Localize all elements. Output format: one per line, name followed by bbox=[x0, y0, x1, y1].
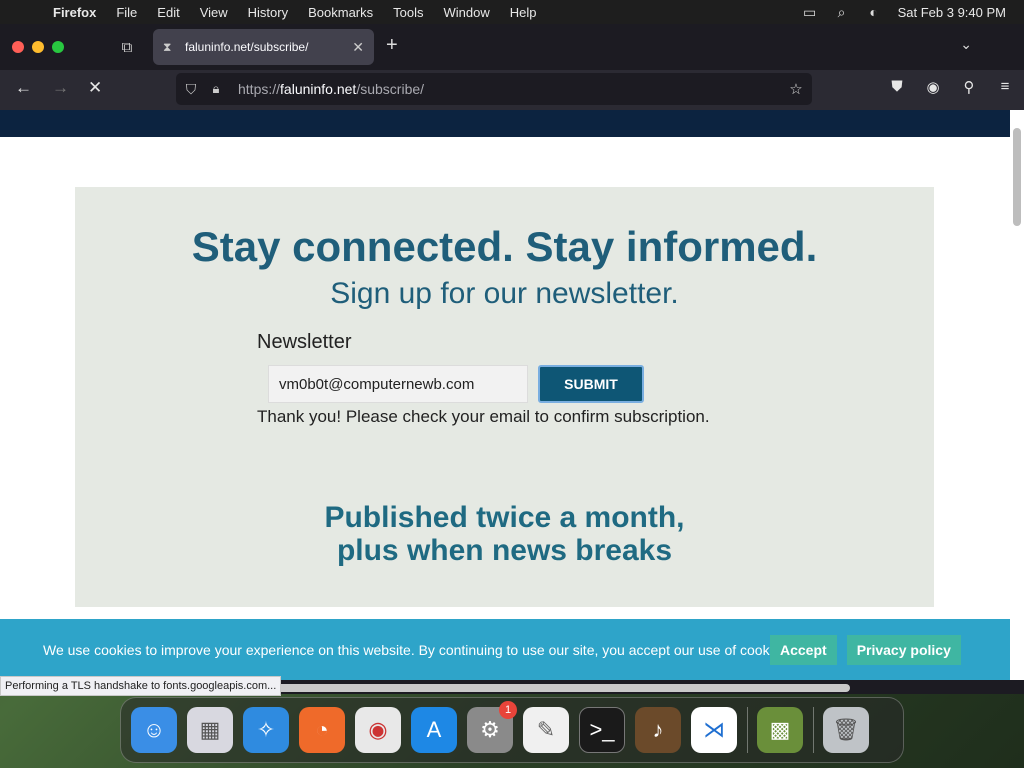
menu-file[interactable]: File bbox=[106, 5, 147, 20]
textedit-icon[interactable]: ✎ bbox=[523, 707, 569, 753]
list-all-tabs-chevron-icon[interactable]: ⌄ bbox=[960, 36, 972, 53]
lock-icon[interactable]: 🔒︎ bbox=[206, 81, 226, 97]
chrome-icon[interactable]: ◉ bbox=[355, 707, 401, 753]
site-header-strip bbox=[0, 110, 1010, 137]
close-tab-icon[interactable]: ✕ bbox=[352, 39, 364, 56]
email-field[interactable] bbox=[268, 365, 528, 403]
publication-frequency: Published twice a month, plus when news … bbox=[75, 501, 934, 567]
notification-badge: 1 bbox=[499, 701, 517, 719]
tab-bar: ⧉ ⧗ faluninfo.net/subscribe/ ✕ + ⌄ bbox=[0, 24, 1024, 70]
minimize-window-button[interactable] bbox=[32, 41, 44, 53]
menu-bookmarks[interactable]: Bookmarks bbox=[298, 5, 383, 20]
trash-icon[interactable]: 🗑︎ bbox=[823, 707, 869, 753]
tracking-protection-shield-icon[interactable]: ⛉ bbox=[176, 81, 206, 98]
menu-window[interactable]: Window bbox=[434, 5, 500, 20]
dock-separator bbox=[813, 707, 814, 753]
safari-icon[interactable]: ✧ bbox=[243, 707, 289, 753]
spotlight-search-icon[interactable]: ⌕ bbox=[826, 4, 858, 21]
dock: ☺ ▦ ✧ ◔ ◉ A ⚙ 1 ✎ >_ ♪ ⋊ ▩ 🗑︎ bbox=[120, 697, 904, 763]
garageband-icon[interactable]: ♪ bbox=[635, 707, 681, 753]
vscode-icon[interactable]: ⋊ bbox=[691, 707, 737, 753]
publication-line-1: Published twice a month, bbox=[324, 501, 685, 534]
submit-button[interactable]: SUBMIT bbox=[538, 365, 644, 403]
subscribe-section: Stay connected. Stay informed. Sign up f… bbox=[75, 187, 934, 607]
confirmation-message: Thank you! Please check your email to co… bbox=[257, 407, 710, 426]
page-headline: Stay connected. Stay informed. bbox=[191, 223, 818, 270]
stop-loading-icon[interactable]: ✕ bbox=[88, 78, 102, 98]
minecraft-icon[interactable]: ▩ bbox=[757, 707, 803, 753]
url-text[interactable]: https://faluninfo.net/subscribe/ bbox=[226, 81, 424, 97]
menu-view[interactable]: View bbox=[190, 5, 238, 20]
close-window-button[interactable] bbox=[12, 41, 24, 53]
window-controls bbox=[0, 41, 104, 53]
screen-mirroring-icon[interactable]: ▭ bbox=[794, 4, 826, 21]
firefox-view-icon[interactable]: ⧉ bbox=[104, 39, 150, 56]
menubar-clock[interactable]: Sat Feb 3 9:40 PM bbox=[890, 5, 1006, 20]
menu-edit[interactable]: Edit bbox=[147, 5, 189, 20]
account-icon[interactable]: ◉ bbox=[922, 78, 944, 96]
forward-arrow-icon[interactable]: → bbox=[52, 78, 69, 98]
vertical-scrollbar[interactable] bbox=[1010, 110, 1024, 680]
menu-tools[interactable]: Tools bbox=[383, 5, 433, 20]
cookie-accept-button[interactable]: Accept bbox=[770, 634, 837, 665]
menu-help[interactable]: Help bbox=[500, 5, 547, 20]
publication-line-2: plus when news breaks bbox=[336, 534, 673, 567]
navigation-toolbar: ← → ✕ ⛉ 🔒︎ https://faluninfo.net/subscri… bbox=[0, 70, 1024, 110]
vertical-scrollbar-thumb[interactable] bbox=[1013, 128, 1021, 226]
new-tab-icon[interactable]: + bbox=[386, 34, 398, 57]
terminal-icon[interactable]: >_ bbox=[579, 707, 625, 753]
menu-history[interactable]: History bbox=[238, 5, 298, 20]
cookie-notice-text: We use cookies to improve your experienc… bbox=[43, 641, 792, 658]
newsletter-label: Newsletter bbox=[257, 331, 352, 353]
dock-separator bbox=[747, 707, 748, 753]
hamburger-menu-icon[interactable]: ≡ bbox=[994, 78, 1016, 96]
page-subheadline: Sign up for our newsletter. bbox=[330, 277, 679, 310]
system-settings-icon[interactable]: ⚙ 1 bbox=[467, 701, 517, 753]
status-panel: Performing a TLS handshake to fonts.goog… bbox=[0, 676, 282, 696]
loading-hourglass-icon: ⧗ bbox=[163, 39, 172, 54]
address-bar[interactable]: ⛉ 🔒︎ https://faluninfo.net/subscribe/ ☆ bbox=[176, 73, 812, 105]
extensions-puzzle-icon[interactable]: ⚲ bbox=[958, 78, 980, 96]
pocket-icon[interactable]: ⛊ bbox=[886, 78, 908, 96]
finder-icon[interactable]: ☺ bbox=[131, 707, 177, 753]
bookmark-star-icon[interactable]: ☆ bbox=[780, 80, 812, 98]
launchpad-icon[interactable]: ▦ bbox=[187, 707, 233, 753]
cookie-banner: We use cookies to improve your experienc… bbox=[0, 619, 1010, 680]
menu-bar: Firefox File Edit View History Bookmarks… bbox=[0, 0, 1024, 24]
tab-active[interactable]: ⧗ faluninfo.net/subscribe/ ✕ bbox=[153, 29, 374, 65]
privacy-policy-button[interactable]: Privacy policy bbox=[846, 634, 961, 665]
back-arrow-icon[interactable]: ← bbox=[15, 78, 32, 98]
control-center-icon[interactable]: ◐ bbox=[858, 4, 890, 20]
page-viewport: Stay connected. Stay informed. Sign up f… bbox=[0, 110, 1010, 680]
app-store-icon[interactable]: A bbox=[411, 707, 457, 753]
zoom-window-button[interactable] bbox=[52, 41, 64, 53]
tab-title: faluninfo.net/subscribe/ bbox=[185, 40, 309, 54]
firefox-icon[interactable]: ◔ bbox=[299, 707, 345, 753]
menu-app-name[interactable]: Firefox bbox=[44, 5, 106, 20]
